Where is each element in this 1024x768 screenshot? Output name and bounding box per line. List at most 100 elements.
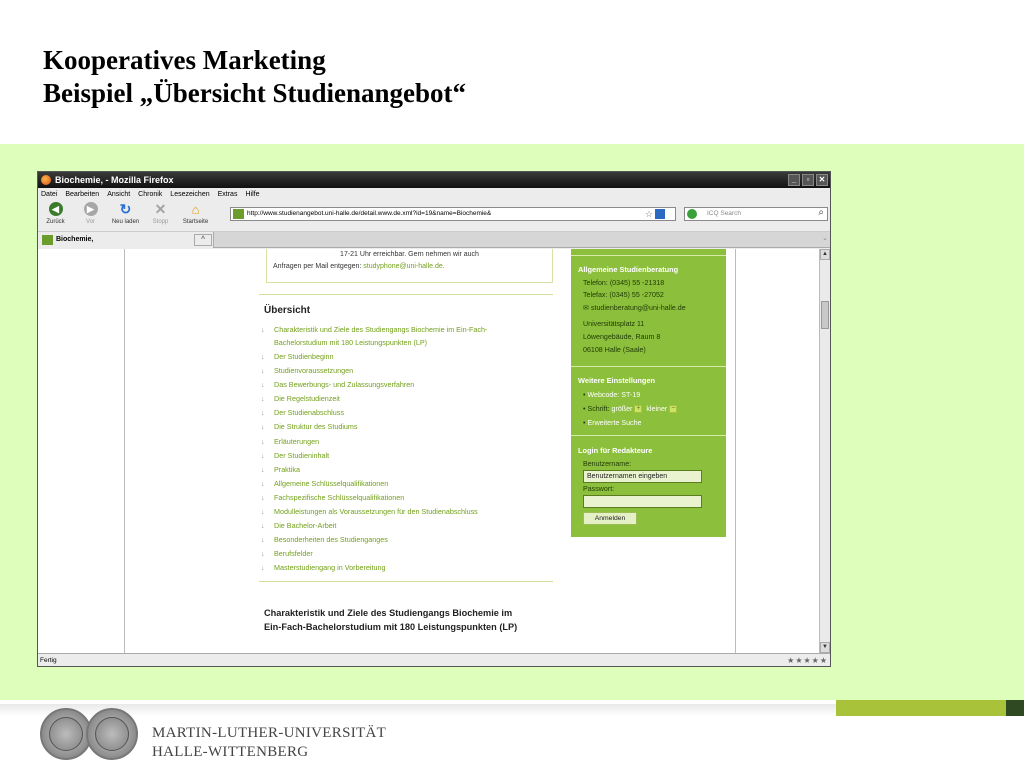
address-line1: Universitätsplatz 11: [583, 320, 645, 328]
toc-item[interactable]: ↓ Masterstudiengang in Vorbereitung: [261, 561, 551, 575]
bookmark-star-icon[interactable]: ☆: [645, 208, 653, 220]
tab-biochemie[interactable]: Biochemie, ^: [38, 232, 214, 248]
toc-list: ↓ Charakteristik und Ziele des Studienga…: [261, 323, 551, 576]
rating-stars-icon: ★★★★★: [787, 656, 828, 665]
advice-fax: Telefax: (0345) 55 -27052: [583, 291, 664, 299]
toc-item-label: Berufsfelder: [274, 549, 313, 559]
toc-item[interactable]: ↓ Charakteristik und Ziele des Studienga…: [261, 323, 551, 349]
toc-item[interactable]: ↓ Die Struktur des Studiums: [261, 420, 551, 434]
contact-line1: 17-21 Uhr erreichbar. Gern nehmen wir au…: [340, 251, 479, 258]
password-input[interactable]: [583, 495, 702, 508]
login-heading: Login für Redakteure: [578, 446, 653, 455]
toc-item-label: Studienvoraussetzungen: [274, 366, 354, 376]
toc-item-label: Besonderheiten des Studienganges: [274, 535, 388, 545]
toc-item[interactable]: ↓ Praktika: [261, 463, 551, 477]
forward-arrow-icon: ▶: [83, 202, 98, 216]
close-icon[interactable]: ✕: [816, 174, 828, 186]
toc-item[interactable]: ↓ Die Bachelor-Arbeit: [261, 519, 551, 533]
advice-heading: Allgemeine Studienberatung: [578, 265, 679, 274]
minus-icon[interactable]: −: [669, 405, 678, 414]
toc-item[interactable]: ↓ Studienvoraussetzungen: [261, 364, 551, 378]
menu-history[interactable]: Chronik: [138, 191, 162, 198]
font-size-prefix: Schrift:: [587, 405, 610, 413]
search-bar[interactable]: ICQ Search ⌕: [684, 207, 828, 221]
plus-icon[interactable]: +: [634, 405, 643, 414]
window-title: Biochemie, - Mozilla Firefox: [55, 175, 174, 185]
minimize-icon[interactable]: _: [788, 174, 800, 186]
toc-item-label: Modulleistungen als Voraussetzungen für …: [274, 507, 478, 517]
search-icon[interactable]: ⌕: [818, 207, 824, 219]
advice-email-row[interactable]: ✉ studienberatung@uni-halle.de: [583, 303, 686, 312]
font-smaller-link[interactable]: kleiner: [646, 405, 667, 413]
toc-item[interactable]: ↓ Erläuterungen: [261, 435, 551, 449]
down-arrow-icon: ↓: [261, 352, 265, 361]
username-input[interactable]: Benutzernamen eingeben: [583, 470, 702, 483]
menu-file[interactable]: Datei: [41, 191, 57, 198]
tab-scroll-icon[interactable]: ^: [194, 234, 212, 246]
contact-mail-link[interactable]: studyphone@uni-halle.de.: [363, 263, 444, 270]
menu-view[interactable]: Ansicht: [107, 191, 130, 198]
toc-item[interactable]: ↓ Berufsfelder: [261, 547, 551, 561]
reload-icon: ↻: [119, 200, 132, 217]
toc-item[interactable]: ↓ Das Bewerbungs- und Zulassungsverfahren: [261, 378, 551, 392]
forward-button[interactable]: ▶ Vor: [73, 202, 108, 225]
font-bigger-link[interactable]: größer: [612, 405, 633, 413]
reload-label: Neu laden: [111, 219, 140, 225]
contact-line2-prefix: Anfragen per Mail entgegen:: [273, 263, 364, 270]
address-line3: 06108 Halle (Saale): [583, 346, 646, 354]
stop-button[interactable]: ✕ Stopp: [143, 201, 178, 226]
feed-icon[interactable]: [655, 209, 665, 219]
scroll-up-icon[interactable]: ▲: [820, 249, 830, 260]
down-arrow-icon: ↓: [261, 521, 265, 531]
divider: [259, 581, 553, 582]
window-titlebar[interactable]: Biochemie, - Mozilla Firefox _ ▫ ✕: [38, 172, 830, 188]
navigation-toolbar: ◀ Zurück ▶ Vor ↻ Neu laden ✕ Stopp ⌂ Sta…: [38, 200, 830, 232]
advanced-search-link[interactable]: Erweiterte Suche: [587, 419, 641, 427]
section-title-line1: Charakteristik und Ziele des Studiengang…: [264, 608, 513, 618]
menu-edit[interactable]: Bearbeiten: [65, 191, 99, 198]
down-arrow-icon: ↓: [261, 464, 265, 474]
login-button[interactable]: Anmelden: [583, 512, 637, 525]
page-content: 17-21 Uhr erreichbar. Gern nehmen wir au…: [124, 249, 736, 653]
toc-item[interactable]: ↓ Allgemeine Schlüsselqualifikationen: [261, 477, 551, 491]
toc-item-label: Praktika: [274, 464, 300, 474]
scroll-thumb[interactable]: [821, 301, 829, 329]
toc-item[interactable]: ↓ Die Regelstudienzeit: [261, 392, 551, 406]
toc-item[interactable]: ↓ Fachspezifische Schlüsselqualifikatione…: [261, 491, 551, 505]
toc-item[interactable]: ↓ Der Studienabschluss: [261, 406, 551, 420]
status-text: Fertig: [40, 657, 57, 664]
toc-item-label: Charakteristik und Ziele des Studiengang…: [274, 325, 488, 334]
seal-inner: [95, 717, 129, 751]
home-button[interactable]: ⌂ Startseite: [178, 201, 213, 226]
firefox-icon: [41, 175, 51, 185]
toc-item-label: Allgemeine Schlüsselqualifikationen: [274, 478, 389, 488]
toc-item[interactable]: ↓ Der Studieninhalt: [261, 449, 551, 463]
toc-item[interactable]: ↓ Besonderheiten des Studienganges: [261, 533, 551, 547]
toc-item-label: Fachspezifische Schlüsselqualifikationen: [274, 492, 405, 502]
menu-tools[interactable]: Extras: [218, 191, 238, 198]
reload-button[interactable]: ↻ Neu laden: [108, 200, 143, 226]
scroll-down-icon[interactable]: ▼: [820, 642, 830, 653]
menu-help[interactable]: Hilfe: [245, 191, 259, 198]
search-engine-icon[interactable]: [687, 209, 697, 219]
down-arrow-icon: ↓: [261, 535, 265, 545]
down-arrow-icon: ↓: [261, 408, 265, 418]
url-bar[interactable]: http://www.studienangebot.uni-halle.de/d…: [230, 207, 676, 221]
toc-item[interactable]: ↓ Modulleistungen als Voraussetzungen für…: [261, 505, 551, 519]
stop-label: Stopp: [152, 219, 169, 225]
forward-label: Vor: [85, 219, 95, 225]
vertical-scrollbar[interactable]: ▲ ▼: [819, 249, 830, 653]
maximize-icon[interactable]: ▫: [802, 174, 814, 186]
webcode-link[interactable]: Webcode: ST-19: [587, 391, 640, 399]
back-button[interactable]: ◀ Zurück: [38, 202, 73, 225]
toc-item-label: Der Studieninhalt: [274, 450, 330, 460]
menu-bookmarks[interactable]: Lesezeichen: [170, 191, 209, 198]
home-icon: ⌂: [191, 201, 200, 217]
webcode-row: • Webcode: ST-19: [583, 391, 640, 399]
password-label: Passwort:: [583, 485, 615, 493]
tab-list-icon[interactable]: ⌄: [822, 234, 828, 242]
down-arrow-icon: ↓: [261, 507, 265, 517]
toc-item[interactable]: ↓ Der Studienbeginn: [261, 350, 551, 364]
down-arrow-icon: ↓: [261, 422, 265, 432]
down-arrow-icon: ↓: [261, 450, 265, 460]
